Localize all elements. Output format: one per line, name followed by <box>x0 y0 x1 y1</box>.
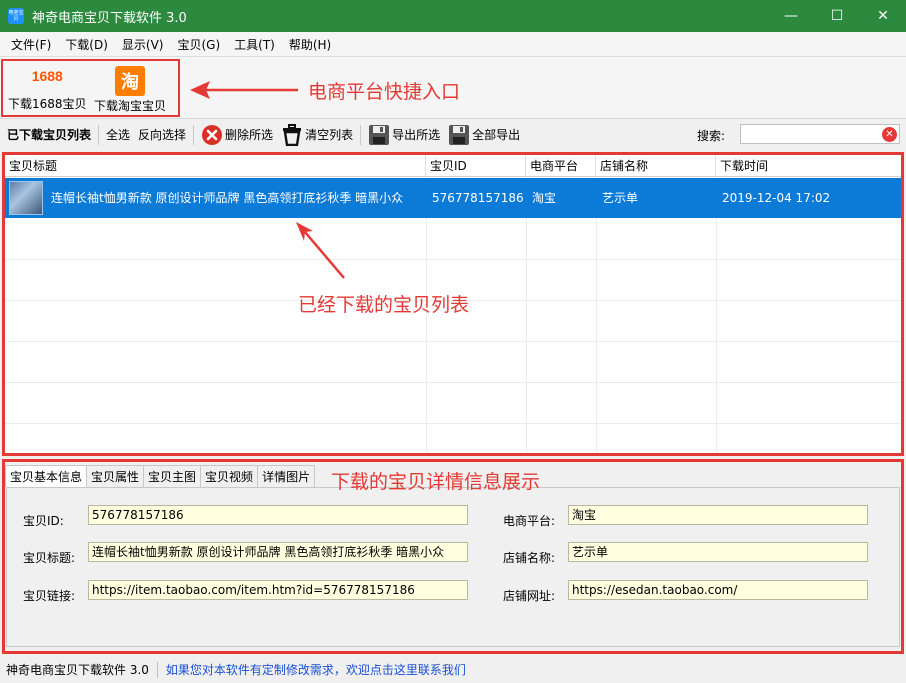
download-taobao-button[interactable]: 淘 下载淘宝宝贝 <box>94 61 166 114</box>
tab-attributes[interactable]: 宝贝属性 <box>86 465 145 487</box>
grid-line <box>716 177 717 453</box>
toolbar-divider <box>98 124 100 145</box>
export-all-button[interactable]: 全部导出 <box>444 124 524 146</box>
toolbar-divider <box>193 124 195 145</box>
column-header-shop[interactable]: 店铺名称 <box>596 155 716 177</box>
menu-help[interactable]: 帮助(H) <box>282 36 338 53</box>
export-all-label: 全部导出 <box>472 128 521 142</box>
shop-url-field[interactable]: https://esedan.taobao.com/ <box>568 580 868 600</box>
item-id-label: 宝贝ID: <box>23 514 64 528</box>
menu-file[interactable]: 文件(F) <box>4 36 58 53</box>
detail-tabs: 宝贝基本信息 宝贝属性 宝贝主图 宝贝视频 详情图片 <box>5 465 316 487</box>
item-id-field[interactable]: 576778157186 <box>88 505 468 525</box>
invert-selection-button[interactable]: 反向选择 <box>134 126 190 143</box>
item-link-label: 宝贝链接: <box>23 589 76 603</box>
annotation-list: 已经下载的宝贝列表 <box>298 294 470 316</box>
item-thumbnail <box>9 181 43 215</box>
trash-icon <box>281 123 303 146</box>
title-bar: 电商宝贝 神奇电商宝贝下载软件 3.0 — ☐ ✕ <box>0 0 906 32</box>
export-selected-button[interactable]: 导出所选 <box>364 124 444 146</box>
list-title: 已下载宝贝列表 <box>7 128 92 142</box>
minimize-button[interactable]: — <box>768 0 814 32</box>
save-all-icon <box>448 124 470 146</box>
table-row[interactable]: 连帽长袖t恤男新款 原创设计师品牌 黑色高领打底衫秋季 暗黑小众 5767781… <box>5 178 901 218</box>
menu-item[interactable]: 宝贝(G) <box>170 36 227 53</box>
clear-search-icon[interactable]: ✕ <box>882 127 897 142</box>
export-selected-label: 导出所选 <box>392 128 441 142</box>
cell-time: 2019-12-04 17:02 <box>722 191 831 205</box>
contact-link[interactable]: 如果您对本软件有定制修改需求，欢迎点击这里联系我们 <box>166 661 466 678</box>
tab-detail-images[interactable]: 详情图片 <box>257 465 316 487</box>
annotation-quick-entry: 电商平台快捷入口 <box>308 81 461 103</box>
cell-title: 连帽长袖t恤男新款 原创设计师品牌 黑色高领打底衫秋季 暗黑小众 <box>51 191 404 205</box>
grid-line <box>5 382 901 383</box>
download-taobao-label: 下载淘宝宝贝 <box>94 99 167 113</box>
toolbar-divider <box>360 124 362 145</box>
app-icon: 电商宝贝 <box>8 8 24 24</box>
delete-selected-label: 删除所选 <box>225 128 274 142</box>
shop-name-field[interactable]: 艺示单 <box>568 542 868 562</box>
delete-selected-button[interactable]: 删除所选 <box>197 124 277 146</box>
column-header-title[interactable]: 宝贝标题 <box>5 155 426 177</box>
column-header-id[interactable]: 宝贝ID <box>426 155 526 177</box>
column-header-time[interactable]: 下载时间 <box>716 155 901 177</box>
grid-line <box>5 341 901 342</box>
logo-1688-icon: 1688 <box>31 68 63 84</box>
status-app-name: 神奇电商宝贝下载软件 3.0 <box>6 663 149 677</box>
download-1688-label: 下载1688宝贝 <box>8 97 87 111</box>
platform-field[interactable]: 淘宝 <box>568 505 868 525</box>
maximize-button[interactable]: ☐ <box>814 0 860 32</box>
search-input[interactable]: ✕ <box>740 124 900 144</box>
item-title-label: 宝贝标题: <box>23 551 76 565</box>
grid-line <box>5 423 901 424</box>
window-controls: — ☐ ✕ <box>768 0 906 32</box>
status-divider <box>156 661 158 678</box>
item-title-field[interactable]: 连帽长袖t恤男新款 原创设计师品牌 黑色高领打底衫秋季 暗黑小众 <box>88 542 468 562</box>
tab-basic-info[interactable]: 宝贝基本信息 <box>5 465 88 487</box>
delete-icon <box>201 124 223 146</box>
cell-platform: 淘宝 <box>532 191 557 205</box>
basic-info-panel: 宝贝ID: 576778157186 宝贝标题: 连帽长袖t恤男新款 原创设计师… <box>6 487 900 647</box>
platform-label: 电商平台: <box>503 514 556 528</box>
menu-download[interactable]: 下载(D) <box>58 36 115 53</box>
clear-list-button[interactable]: 清空列表 <box>277 123 357 146</box>
annotation-detail: 下载的宝贝详情信息展示 <box>331 471 541 493</box>
item-link-field[interactable]: https://item.taobao.com/item.htm?id=5767… <box>88 580 468 600</box>
menu-tools[interactable]: 工具(T) <box>227 36 282 53</box>
list-header: 宝贝标题 宝贝ID 电商平台 店铺名称 下载时间 <box>5 155 901 177</box>
cell-id: 576778157186 <box>432 191 524 205</box>
tab-main-images[interactable]: 宝贝主图 <box>143 465 202 487</box>
grid-line <box>596 177 597 453</box>
quick-entry-highlight: 1688 下载1688宝贝 淘 下载淘宝宝贝 <box>1 59 180 117</box>
close-button[interactable]: ✕ <box>860 0 906 32</box>
status-bar: 神奇电商宝贝下载软件 3.0 如果您对本软件有定制修改需求，欢迎点击这里联系我们 <box>0 656 906 683</box>
tab-video[interactable]: 宝贝视频 <box>200 465 259 487</box>
grid-line <box>526 177 527 453</box>
save-icon <box>368 124 390 146</box>
window-title: 神奇电商宝贝下载软件 3.0 <box>32 10 187 26</box>
menu-bar: 文件(F) 下载(D) 显示(V) 宝贝(G) 工具(T) 帮助(H) <box>0 32 906 56</box>
search-label: 搜索: <box>697 129 726 143</box>
taobao-logo-icon: 淘 <box>115 66 145 96</box>
shop-url-label: 店铺网址: <box>503 589 556 603</box>
clear-list-label: 清空列表 <box>305 128 354 142</box>
download-1688-button[interactable]: 1688 下载1688宝贝 <box>8 61 87 112</box>
menu-view[interactable]: 显示(V) <box>115 36 171 53</box>
grid-line <box>5 259 901 260</box>
column-header-platform[interactable]: 电商平台 <box>526 155 596 177</box>
cell-shop: 艺示单 <box>602 191 639 205</box>
shop-name-label: 店铺名称: <box>503 551 556 565</box>
select-all-button[interactable]: 全选 <box>102 126 134 143</box>
list-toolbar: 已下载宝贝列表 全选 反向选择 删除所选 清空列表 导出所选 全部导出 搜索: … <box>0 118 906 150</box>
